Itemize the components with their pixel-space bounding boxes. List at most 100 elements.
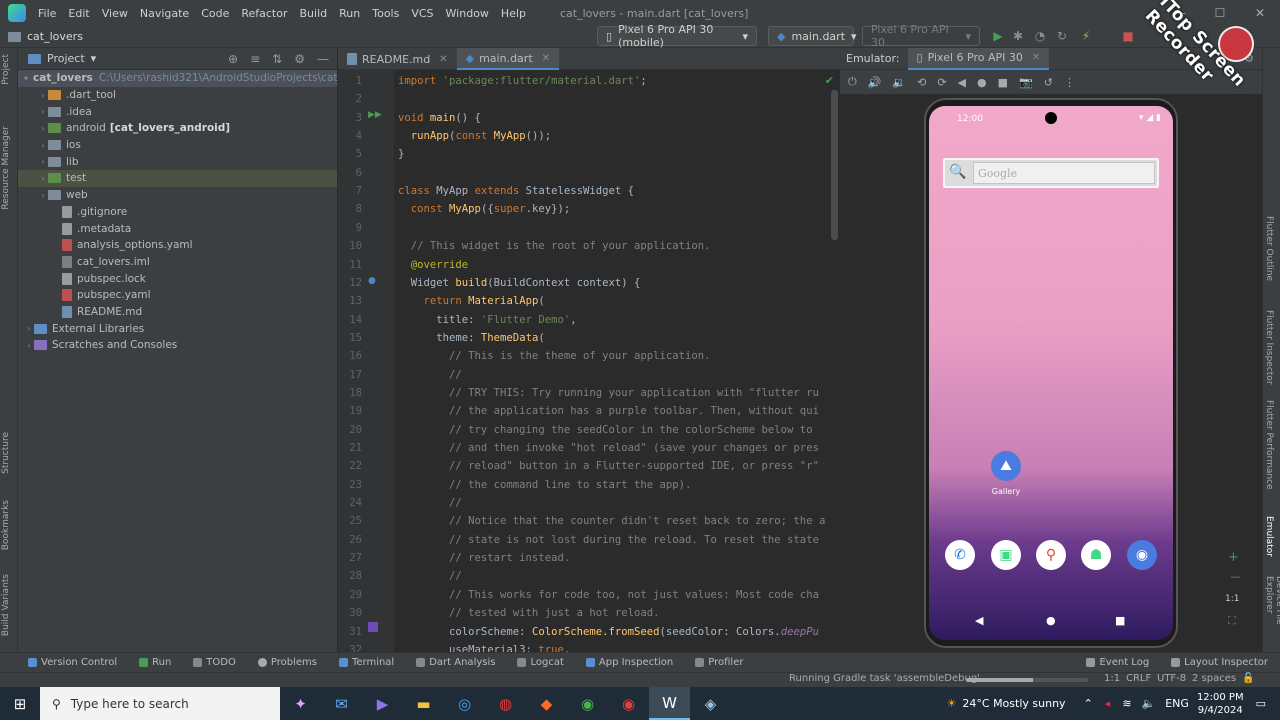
- menu-window[interactable]: Window: [440, 7, 495, 20]
- google-search-widget[interactable]: 🔍 Google: [943, 158, 1159, 188]
- lock-icon[interactable]: 🔓: [1242, 673, 1254, 684]
- code-line[interactable]: 22 // reload" button in a Flutter-suppor…: [338, 457, 840, 475]
- tree-item[interactable]: .metadata: [18, 220, 337, 237]
- tool-emulator[interactable]: Emulator: [1264, 516, 1274, 557]
- code-line[interactable]: 18 // TRY THIS: Try running your applica…: [338, 384, 840, 402]
- code-editor[interactable]: 1 import 'package:flutter/material.dart';…: [338, 70, 840, 652]
- hot-reload-icon[interactable]: ⚡: [1078, 28, 1094, 44]
- weather-icon[interactable]: ☀: [947, 697, 957, 710]
- menu-build[interactable]: Build: [294, 7, 334, 20]
- camera-app-icon[interactable]: ◉: [1127, 540, 1157, 570]
- edge-icon[interactable]: ◎: [444, 687, 485, 720]
- menu-edit[interactable]: Edit: [62, 7, 95, 20]
- tool-flutter-inspector[interactable]: Flutter Inspector: [1264, 310, 1274, 385]
- snapshot-icon[interactable]: ↺: [1044, 76, 1053, 89]
- code-line[interactable]: 15 theme: ThemeData(: [338, 329, 840, 347]
- breadcrumb[interactable]: cat_lovers: [8, 30, 83, 43]
- tool-bookmarks[interactable]: Bookmarks: [1, 500, 11, 550]
- zoom-in-icon[interactable]: +: [1228, 550, 1239, 565]
- expand-all-icon[interactable]: ≡: [250, 52, 260, 66]
- chevron-right-icon[interactable]: ›: [24, 324, 34, 333]
- run-icon[interactable]: ▶: [990, 28, 1006, 44]
- gradle-task-status[interactable]: Running Gradle task 'assembleDebug'...: [789, 673, 989, 684]
- rotate-left-icon[interactable]: ⟲: [917, 76, 926, 89]
- hide-icon[interactable]: —: [317, 52, 329, 66]
- code-line[interactable]: 12 Widget build(BuildContext context) {: [338, 274, 840, 292]
- menu-run[interactable]: Run: [333, 7, 366, 20]
- chevron-up-icon[interactable]: ⌃: [1084, 697, 1093, 710]
- coverage-icon[interactable]: ◔: [1032, 28, 1048, 44]
- code-line[interactable]: 28 //: [338, 567, 840, 585]
- maps-app-icon[interactable]: ⚲: [1036, 540, 1066, 570]
- line-separator[interactable]: CRLF: [1126, 673, 1151, 684]
- back-icon[interactable]: ◀: [958, 76, 966, 89]
- tool-version-control[interactable]: Version Control: [28, 657, 117, 668]
- chevron-right-icon[interactable]: ›: [38, 174, 48, 183]
- tree-item[interactable]: › .idea: [18, 103, 337, 120]
- tree-item[interactable]: cat_lovers.iml: [18, 254, 337, 271]
- debug-icon[interactable]: ✱: [1010, 28, 1026, 44]
- tab-readme[interactable]: README.md ✕: [338, 48, 457, 70]
- tree-item[interactable]: › android [cat_lovers_android]: [18, 120, 337, 137]
- tree-item[interactable]: › test: [18, 170, 337, 187]
- tool-structure[interactable]: Structure: [1, 432, 11, 474]
- tool-dart-analysis[interactable]: Dart Analysis: [416, 657, 495, 668]
- android-studio-taskbar-icon[interactable]: ◈: [690, 687, 731, 720]
- code-line[interactable]: 25 // Notice that the counter didn't res…: [338, 512, 840, 530]
- tool-flutter-outline[interactable]: Flutter Outline: [1264, 216, 1274, 281]
- tree-item[interactable]: › .dart_tool: [18, 87, 337, 104]
- breadcrumb-project[interactable]: cat_lovers: [27, 30, 83, 43]
- phone-screen[interactable]: 12:00 ▾ ◢ ▮ 🔍 Google ⛰ Gallery ✆ ▣ ⚲ ☗ ◉…: [929, 106, 1173, 640]
- android-app-icon[interactable]: ☗: [1081, 540, 1111, 570]
- code-line[interactable]: 8 const MyApp({super.key});: [338, 200, 840, 218]
- tool-event-log[interactable]: Event Log: [1086, 657, 1149, 668]
- code-line[interactable]: 32 useMaterial3: true,: [338, 641, 840, 652]
- tool-todo[interactable]: TODO: [193, 657, 236, 668]
- tool-profiler[interactable]: Profiler: [695, 657, 743, 668]
- taskbar-search[interactable]: ⚲ Type here to search: [40, 687, 280, 720]
- chrome-icon[interactable]: ◉: [567, 687, 608, 720]
- code-line[interactable]: 1 import 'package:flutter/material.dart';: [338, 72, 840, 90]
- code-line[interactable]: 11 @override: [338, 256, 840, 274]
- menu-file[interactable]: File: [32, 7, 62, 20]
- tab-emulator-device[interactable]: ▯ Pixel 6 Pro API 30 ✕: [907, 47, 1050, 70]
- chevron-right-icon[interactable]: ›: [38, 124, 48, 133]
- code-line[interactable]: 2: [338, 90, 840, 108]
- wifi-icon[interactable]: ≋: [1122, 697, 1131, 710]
- project-view-select[interactable]: Project: [47, 52, 85, 65]
- tool-problems[interactable]: Problems: [257, 657, 317, 668]
- code-line[interactable]: 19 // the application has a purple toolb…: [338, 402, 840, 420]
- file-explorer-icon[interactable]: ▬: [403, 687, 444, 720]
- close-tab-icon[interactable]: ✕: [1032, 52, 1040, 63]
- run-gutter-icon[interactable]: ▶▶: [368, 110, 382, 120]
- tree-item[interactable]: › Scratches and Consoles: [18, 337, 337, 354]
- code-line[interactable]: 24 //: [338, 494, 840, 512]
- tree-item[interactable]: .gitignore: [18, 204, 337, 221]
- tree-item[interactable]: pubspec.yaml: [18, 287, 337, 304]
- file-encoding[interactable]: UTF-8: [1157, 673, 1186, 684]
- emulator-selector[interactable]: Pixel 6 Pro API 30 ▾: [862, 23, 980, 49]
- menu-help[interactable]: Help: [495, 7, 532, 20]
- tree-item[interactable]: ▾ cat_lovers C:\Users\rashid321\AndroidStu…: [18, 70, 375, 87]
- word-icon[interactable]: W: [649, 687, 690, 720]
- tree-item[interactable]: analysis_options.yaml: [18, 237, 337, 254]
- code-line[interactable]: 17 //: [338, 366, 840, 384]
- tree-item[interactable]: › ios: [18, 137, 337, 154]
- google-search-input[interactable]: Google: [973, 162, 1155, 184]
- code-line[interactable]: 4 runApp(const MyApp());: [338, 127, 840, 145]
- volume-up-icon[interactable]: 🔊: [868, 76, 882, 89]
- color-swatch-icon[interactable]: [368, 622, 378, 632]
- run-config-selector[interactable]: ◆ main.dart ▾: [768, 26, 857, 46]
- hot-restart-icon[interactable]: ↻: [1054, 28, 1070, 44]
- code-line[interactable]: 30 // tested with just a hot reload.: [338, 604, 840, 622]
- nav-home-icon[interactable]: ●: [1046, 614, 1056, 627]
- code-line[interactable]: 16 // This is the theme of your applicat…: [338, 347, 840, 365]
- more-icon[interactable]: ⋮: [1064, 76, 1075, 89]
- tool-resource-manager[interactable]: Resource Manager: [1, 126, 11, 210]
- chevron-right-icon[interactable]: ›: [38, 157, 48, 166]
- screenshot-icon[interactable]: 📷: [1019, 76, 1033, 89]
- tool-project[interactable]: Project: [1, 54, 11, 85]
- code-line[interactable]: 6: [338, 164, 840, 182]
- zoom-out-icon[interactable]: —: [1230, 570, 1241, 583]
- tool-device-file-explorer[interactable]: Device File Explorer: [1264, 576, 1280, 652]
